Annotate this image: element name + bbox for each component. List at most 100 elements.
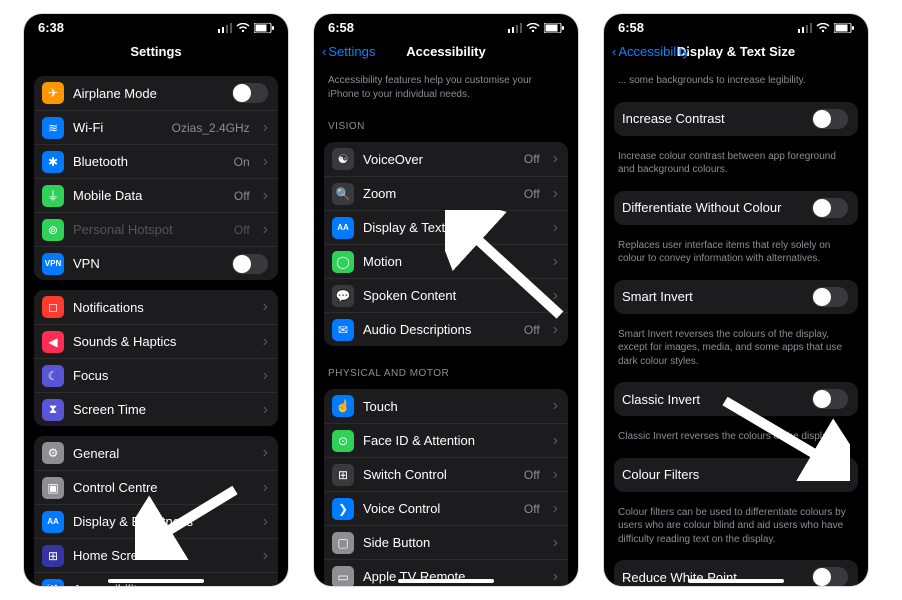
face-id-attention-icon: ⊙ bbox=[332, 430, 354, 452]
vpn-icon: VPN bbox=[42, 253, 64, 275]
note-differentiate-without-colour: Replaces user interface items that rely … bbox=[604, 235, 868, 274]
settings-row-audio-descriptions[interactable]: ✉Audio DescriptionsOff› bbox=[324, 312, 568, 346]
chevron-right-icon: › bbox=[553, 398, 558, 414]
row-detail: Off bbox=[524, 468, 540, 482]
note-classic-invert: Classic Invert reverses the colours of t… bbox=[604, 426, 868, 452]
settings-row-display-brightness[interactable]: AADisplay & Brightness› bbox=[34, 504, 278, 538]
toggle-knob bbox=[813, 199, 831, 217]
touch-icon: ☝ bbox=[332, 395, 354, 417]
row-label: Smart Invert bbox=[622, 289, 803, 304]
settings-row-touch[interactable]: ☝ Touch › bbox=[324, 389, 568, 423]
settings-row-sounds-haptics[interactable]: ◀Sounds & Haptics› bbox=[34, 324, 278, 358]
settings-row-zoom[interactable]: 🔍ZoomOff› bbox=[324, 176, 568, 210]
row-label: Differentiate Without Colour bbox=[622, 200, 803, 215]
chevron-left-icon: ‹ bbox=[612, 44, 616, 59]
mobile-data-icon: ⏚ bbox=[42, 185, 64, 207]
apple-tv-remote-icon: ▭ bbox=[332, 566, 354, 587]
settings-row-display-text-size[interactable]: AADisplay & Text Size› bbox=[324, 210, 568, 244]
status-bar: 6:58 bbox=[604, 14, 868, 37]
settings-row-voice-control[interactable]: ❯Voice ControlOff› bbox=[324, 491, 568, 525]
settings-row-focus[interactable]: ☾Focus› bbox=[34, 358, 278, 392]
row-label: Spoken Content bbox=[363, 288, 540, 303]
note-colour-filters: Colour filters can be used to differenti… bbox=[604, 502, 868, 555]
settings-row-airplane-mode[interactable]: ✈Airplane Mode bbox=[34, 76, 278, 110]
settings-row-increase-contrast[interactable]: Increase Contrast bbox=[614, 102, 858, 136]
home-indicator[interactable] bbox=[398, 579, 494, 583]
settings-row-screen-time[interactable]: ⧗Screen Time› bbox=[34, 392, 278, 426]
settings-row-switch-control[interactable]: ⊞Switch ControlOff› bbox=[324, 457, 568, 491]
row-label: Focus bbox=[73, 368, 250, 383]
row-label: Control Centre bbox=[73, 480, 250, 495]
settings-row-voiceover[interactable]: ☯VoiceOverOff› bbox=[324, 142, 568, 176]
chevron-right-icon: › bbox=[553, 433, 558, 449]
settings-row-home-screen[interactable]: ⊞Home Screen› bbox=[34, 538, 278, 572]
settings-row-vpn[interactable]: VPNVPN bbox=[34, 246, 278, 280]
settings-row-colour-filters[interactable]: Colour FiltersOff› bbox=[614, 458, 858, 492]
row-label: Display & Text Size bbox=[363, 220, 540, 235]
navbar: ‹ Accessibility Display & Text Size bbox=[604, 37, 868, 65]
accessibility-icon: ♿ bbox=[42, 579, 64, 587]
home-indicator[interactable] bbox=[688, 579, 784, 583]
page-title: Settings bbox=[130, 44, 181, 59]
section-header-physical-motor: PHYSICAL AND MOTOR bbox=[314, 356, 578, 383]
toggle-airplane-mode[interactable] bbox=[232, 83, 268, 103]
chevron-right-icon: › bbox=[263, 445, 268, 461]
status-bar: 6:38 bbox=[24, 14, 288, 37]
status-bar: 6:58 bbox=[314, 14, 578, 37]
settings-row-side-button[interactable]: ▢Side Button› bbox=[324, 525, 568, 559]
settings-row-bluetooth[interactable]: ✱BluetoothOn› bbox=[34, 144, 278, 178]
row-label: Touch bbox=[363, 399, 540, 414]
toggle-knob bbox=[813, 568, 831, 586]
settings-row-personal-hotspot[interactable]: ⊚Personal HotspotOff› bbox=[34, 212, 278, 246]
chevron-right-icon: › bbox=[263, 402, 268, 418]
settings-row-control-centre[interactable]: ▣Control Centre› bbox=[34, 470, 278, 504]
status-time: 6:58 bbox=[328, 20, 354, 35]
row-label: Display & Brightness bbox=[73, 514, 250, 529]
settings-row-general[interactable]: ⚙General› bbox=[34, 436, 278, 470]
settings-row-face-id-attention[interactable]: ⊙Face ID & Attention› bbox=[324, 423, 568, 457]
group-increase-contrast: Increase Contrast bbox=[614, 102, 858, 136]
wifi-icon bbox=[526, 23, 540, 33]
row-detail: On bbox=[234, 155, 250, 169]
signal-icon bbox=[508, 23, 522, 33]
settings-row-motion[interactable]: ◯Motion› bbox=[324, 244, 568, 278]
toggle-reduce-white-point[interactable] bbox=[812, 567, 848, 586]
settings-row-spoken-content[interactable]: 💬Spoken Content› bbox=[324, 278, 568, 312]
status-time: 6:58 bbox=[618, 20, 644, 35]
chevron-right-icon: › bbox=[553, 254, 558, 270]
toggle-classic-invert[interactable] bbox=[812, 389, 848, 409]
row-label: Audio Descriptions bbox=[363, 322, 515, 337]
settings-row-mobile-data[interactable]: ⏚Mobile DataOff› bbox=[34, 178, 278, 212]
home-indicator[interactable] bbox=[108, 579, 204, 583]
settings-group-connectivity: ✈Airplane Mode≋Wi-FiOzias_2.4GHz›✱Blueto… bbox=[34, 76, 278, 280]
back-label: Settings bbox=[328, 44, 375, 59]
toggle-vpn[interactable] bbox=[232, 254, 268, 274]
toggle-smart-invert[interactable] bbox=[812, 287, 848, 307]
row-label: Colour Filters bbox=[622, 467, 805, 482]
battery-icon bbox=[254, 23, 274, 33]
row-label: Notifications bbox=[73, 300, 250, 315]
airplane-mode-icon: ✈ bbox=[42, 82, 64, 104]
chevron-right-icon: › bbox=[263, 514, 268, 530]
voiceover-icon: ☯ bbox=[332, 148, 354, 170]
back-button[interactable]: ‹ Settings bbox=[322, 44, 375, 59]
row-detail: Off bbox=[524, 152, 540, 166]
chevron-right-icon: › bbox=[553, 535, 558, 551]
row-label: Voice Control bbox=[363, 501, 515, 516]
zoom-icon: 🔍 bbox=[332, 183, 354, 205]
back-button[interactable]: ‹ Accessibility bbox=[612, 44, 689, 59]
settings-row-wi-fi[interactable]: ≋Wi-FiOzias_2.4GHz› bbox=[34, 110, 278, 144]
settings-row-notifications[interactable]: ◻Notifications› bbox=[34, 290, 278, 324]
row-label: Zoom bbox=[363, 186, 515, 201]
settings-row-classic-invert[interactable]: Classic Invert bbox=[614, 382, 858, 416]
settings-row-smart-invert[interactable]: Smart Invert bbox=[614, 280, 858, 314]
phone-settings: 6:38 Settings ✈Airplane Mode≋Wi-FiOzias_… bbox=[24, 14, 288, 586]
intro-text: Accessibility features help you customis… bbox=[314, 70, 578, 109]
display-text-size-icon: AA bbox=[332, 217, 354, 239]
settings-row-differentiate-without-colour[interactable]: Differentiate Without Colour bbox=[614, 191, 858, 225]
chevron-right-icon: › bbox=[263, 120, 268, 136]
toggle-differentiate-without-colour[interactable] bbox=[812, 198, 848, 218]
toggle-increase-contrast[interactable] bbox=[812, 109, 848, 129]
toggle-knob bbox=[813, 390, 831, 408]
row-label: Screen Time bbox=[73, 402, 250, 417]
